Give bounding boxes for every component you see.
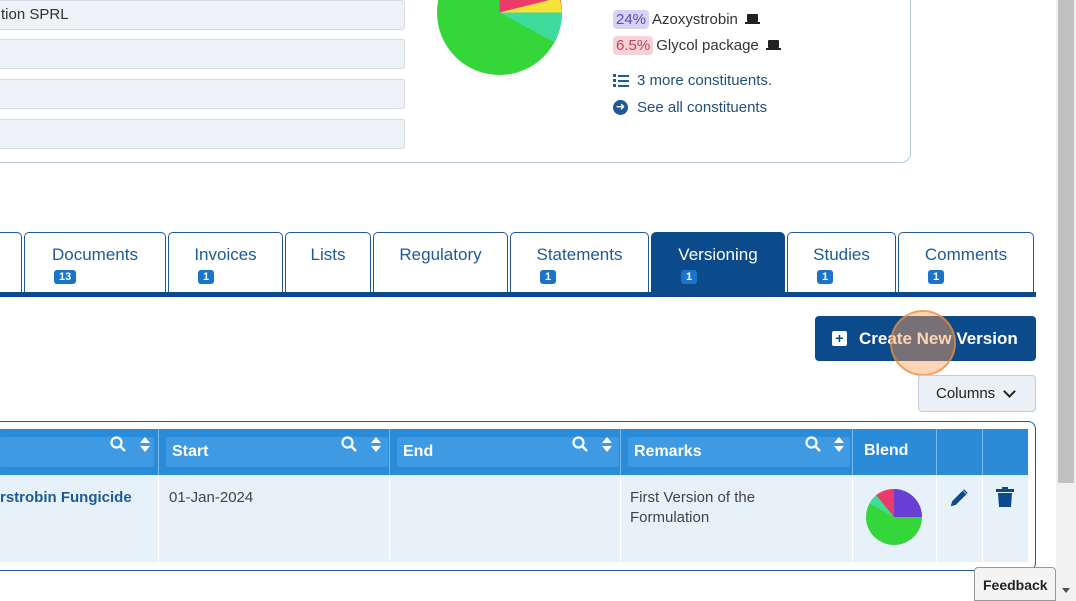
tab-label: Regulatory <box>399 245 482 264</box>
see-all-constituents-link[interactable]: ➜ See all constituents <box>613 99 767 116</box>
constituent-row: 6.5% Glycol package <box>613 34 781 56</box>
search-icon[interactable] <box>341 436 357 452</box>
plus-square-icon: + <box>832 331 847 346</box>
constituent-percent: 24% <box>613 9 650 29</box>
tab-label: Comments <box>924 245 1008 264</box>
tab-badge: 13 <box>54 270 77 284</box>
click-indicator <box>890 310 956 376</box>
pie-slice-purple <box>894 489 922 517</box>
form-field-3[interactable] <box>0 79 405 109</box>
more-constituents-link[interactable]: 3 more constituents. <box>613 72 772 89</box>
form-field-2[interactable] <box>0 39 405 69</box>
version-name-link[interactable]: rstrobin Fungicide <box>0 488 132 508</box>
composition-pie-chart <box>437 0 562 75</box>
tab-statements[interactable]: Statements 1 <box>510 232 649 292</box>
tab-label: Invoices <box>194 245 257 264</box>
scrollbar-thumb[interactable] <box>1058 0 1074 483</box>
company-field-value: tion SPRL <box>1 6 69 23</box>
tab-badge: 1 <box>928 270 945 284</box>
version-remarks: First Version of the Formulation <box>630 488 840 528</box>
sort-icon[interactable] <box>602 437 612 452</box>
tab-documents[interactable]: Documents 13 <box>24 232 166 292</box>
see-all-label: See all constituents <box>637 99 768 116</box>
tab-label: Studies <box>813 245 870 264</box>
table-header-row: Start End Remarks Blend <box>0 429 1028 475</box>
tab-label: Documents <box>52 245 138 264</box>
sort-icon[interactable] <box>834 437 844 452</box>
tab-badge: 1 <box>540 270 557 284</box>
constituent-row: 24% Azoxystrobin <box>613 8 760 30</box>
list-icon <box>613 74 629 87</box>
columns-dropdown-button[interactable]: Columns <box>918 375 1036 412</box>
column-header-remarks-label: Remarks <box>634 443 702 460</box>
tab-label: Versioning <box>678 245 758 264</box>
edit-pencil-icon[interactable] <box>948 487 970 509</box>
constituent-name: Azoxystrobin <box>652 10 738 28</box>
scroll-down-arrow-icon[interactable] <box>1062 588 1070 593</box>
arrow-right-circle-icon: ➜ <box>613 100 628 115</box>
search-icon[interactable] <box>572 436 588 452</box>
column-header-start-label: Start <box>172 443 209 460</box>
trash-icon[interactable] <box>996 487 1014 507</box>
sort-icon[interactable] <box>371 437 381 452</box>
columns-label: Columns <box>936 385 996 402</box>
sort-icon[interactable] <box>140 437 150 452</box>
feedback-button[interactable]: Feedback <box>974 567 1056 601</box>
chevron-down-icon <box>1003 384 1017 398</box>
search-icon[interactable] <box>805 436 821 452</box>
tab-badge: 1 <box>198 270 215 284</box>
tab-label: Lists <box>310 245 346 264</box>
column-header-name[interactable] <box>0 437 154 467</box>
tab-lists[interactable]: Lists <box>285 232 371 292</box>
version-start-date: 01-Jan-2024 <box>169 489 254 506</box>
tab-badge: 1 <box>681 270 698 284</box>
tab-underline-bar <box>0 292 1036 297</box>
laptop-icon <box>744 14 760 24</box>
form-field-4[interactable] <box>0 119 405 149</box>
tab-hidden[interactable] <box>0 232 22 292</box>
tab-strip: Documents 13 Invoices 1 Lists Regulatory… <box>0 232 1036 298</box>
tab-label: Statements <box>536 245 623 264</box>
version-remarks-line: First Version of the <box>630 489 756 506</box>
tab-comments[interactable]: Comments 1 <box>898 232 1034 292</box>
tab-invoices[interactable]: Invoices 1 <box>168 232 283 292</box>
blend-pie-chart <box>866 489 922 545</box>
company-field[interactable]: tion SPRL <box>0 0 405 30</box>
feedback-label: Feedback <box>983 577 1048 593</box>
laptop-icon <box>765 40 781 50</box>
tab-studies[interactable]: Studies 1 <box>787 232 896 292</box>
column-header-end-label: End <box>403 443 434 460</box>
page: tion SPRL 24% Azoxystrobin 6.5% Glycol p… <box>0 0 1076 601</box>
search-icon[interactable] <box>110 436 126 452</box>
version-remarks-line: Formulation <box>630 509 710 526</box>
more-constituents-label: 3 more constituents. <box>637 72 773 89</box>
constituent-percent: 6.5% <box>613 35 654 55</box>
tab-versioning[interactable]: Versioning 1 <box>651 232 785 292</box>
column-header-blend: Blend <box>864 442 909 459</box>
tab-regulatory[interactable]: Regulatory <box>373 232 508 292</box>
tab-badge: 1 <box>817 270 834 284</box>
constituent-name: Glycol package <box>656 36 759 54</box>
